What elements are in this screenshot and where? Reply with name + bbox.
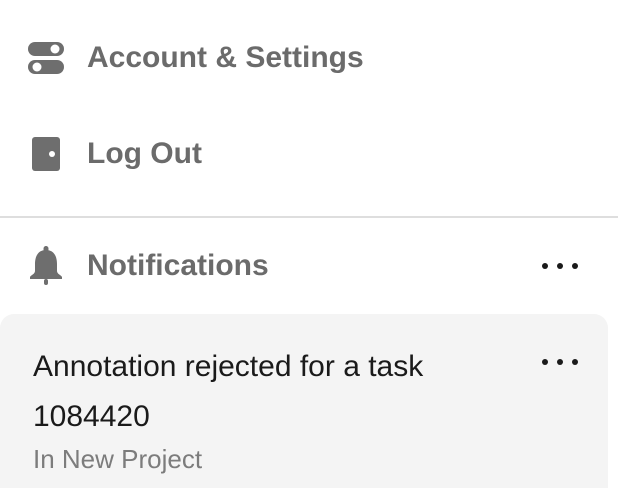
notifications-header: Notifications bbox=[0, 244, 618, 288]
more-dot-icon bbox=[557, 359, 563, 365]
menu-divider bbox=[0, 216, 618, 218]
bell-icon bbox=[28, 246, 64, 286]
more-dot-icon bbox=[542, 263, 548, 269]
notification-more-button[interactable] bbox=[542, 352, 578, 372]
notification-title: Annotation rejected for a task 1084420 bbox=[33, 350, 424, 433]
notification-card[interactable]: Annotation rejected for a task 1084420 I… bbox=[0, 314, 608, 488]
log-out-label: Log Out bbox=[87, 137, 202, 170]
notification-project: In New Project bbox=[33, 444, 203, 474]
notifications-more-button[interactable] bbox=[542, 256, 578, 276]
notifications-title: Notifications bbox=[87, 249, 269, 282]
account-settings-item[interactable]: Account & Settings bbox=[0, 36, 618, 80]
account-settings-label: Account & Settings bbox=[87, 41, 364, 74]
door-icon bbox=[28, 136, 64, 172]
more-dot-icon bbox=[572, 359, 578, 365]
log-out-item[interactable]: Log Out bbox=[0, 132, 618, 176]
toggle-settings-icon bbox=[28, 40, 64, 76]
more-dot-icon bbox=[542, 359, 548, 365]
more-dot-icon bbox=[572, 263, 578, 269]
more-dot-icon bbox=[557, 263, 563, 269]
user-menu: Account & Settings Log Out Notifications bbox=[0, 0, 618, 488]
